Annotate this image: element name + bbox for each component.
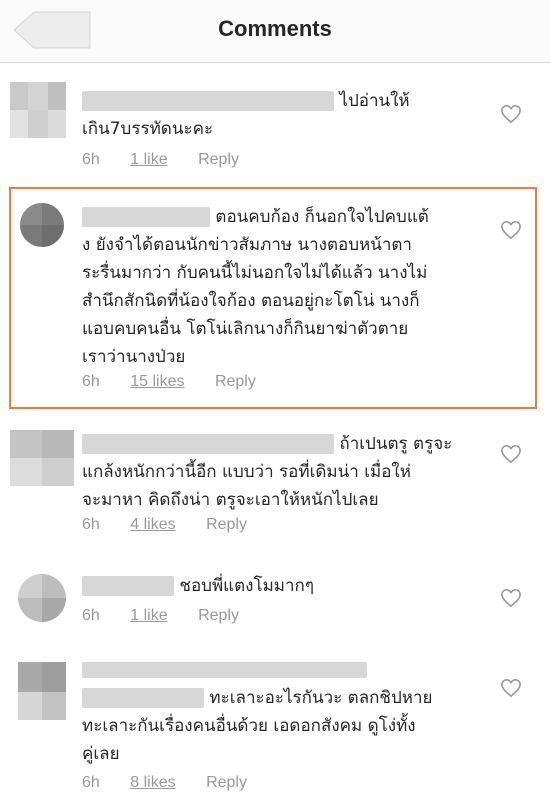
heart-icon[interactable] (500, 678, 522, 698)
header-bar: Comments (0, 0, 550, 63)
comment-item: ตอนคบก้อง ก็นอกใจไปคบแต้ ง ยังจำได้ตอนนั… (0, 187, 550, 409)
comment-text: ชอบพี่แตงโมมากๆ (82, 572, 502, 600)
comment-line: แกล้งหนักกว่านี้อีก แบบว่า รอที่เดิมน่า … (82, 462, 411, 482)
heart-icon[interactable] (500, 588, 522, 608)
avatar[interactable] (10, 430, 74, 486)
likes-link[interactable]: 1 like (130, 607, 167, 624)
avatar[interactable] (20, 203, 64, 247)
comment-line: แอบคบคนอื่น โตโน่เลิกนางก็กินยาฆ่าตัวตาย (82, 319, 409, 339)
heart-icon[interactable] (500, 444, 522, 464)
avatar[interactable] (18, 662, 66, 720)
comment-text: ทะเลาะอะไรกันวะ ตลกชิปหาย ทะเลาะกันเรื่อ… (82, 684, 512, 768)
avatar[interactable] (10, 82, 66, 138)
reply-button[interactable]: Reply (198, 151, 239, 168)
comment-line: ตอนคบก้อง ก็นอกใจไปคบแต้ (215, 207, 429, 227)
comment-line: ทะเลาะอะไรกันวะ ตลกชิปหาย (209, 688, 433, 708)
avatar[interactable] (18, 574, 66, 622)
comment-line: สำนึกสักนิดที่น้องใจก้อง ตอนอยู่กะโตโน่ … (82, 291, 420, 311)
username-redacted[interactable] (82, 576, 174, 596)
comment-meta: 6h 4 likes Reply (82, 516, 273, 534)
reply-button[interactable]: Reply (206, 516, 247, 533)
comment-line: เราว่านางป่วย (82, 347, 186, 367)
reply-button[interactable]: Reply (206, 774, 247, 791)
comment-time: 6h (82, 373, 100, 390)
username-redacted[interactable] (82, 688, 204, 708)
heart-icon[interactable] (500, 220, 522, 240)
comment-line: ถ้าเปนตรู ตรูจะ (339, 434, 453, 454)
username-redacted[interactable] (82, 662, 367, 678)
comment-line: ชอบพี่แตงโมมากๆ (179, 576, 314, 596)
comment-text: ถ้าเปนตรู ตรูจะ แกล้งหนักกว่านี้อีก แบบว… (82, 430, 502, 514)
comment-meta: 6h 1 like Reply (82, 151, 265, 169)
username-redacted[interactable] (82, 434, 334, 454)
comment-item: ถ้าเปนตรู ตรูจะ แกล้งหนักกว่านี้อีก แบบว… (0, 420, 550, 550)
comment-time: 6h (82, 151, 100, 168)
reply-button[interactable]: Reply (198, 607, 239, 624)
comment-time: 6h (82, 607, 100, 624)
username-redacted[interactable] (82, 91, 334, 111)
comment-line: ง ยังจำได้ตอนนักข่าวสัมภาษ นางตอบหน้าตา (82, 235, 412, 255)
comment-item: ไปอ่านให้ เกิน7บรรทัดนะคะ 6h 1 like Repl… (0, 62, 550, 180)
likes-link[interactable]: 1 like (130, 151, 167, 168)
comment-meta: 6h 1 like Reply (82, 607, 265, 625)
likes-link[interactable]: 4 likes (130, 516, 175, 533)
reply-button[interactable]: Reply (215, 373, 256, 390)
username-redacted[interactable] (82, 207, 210, 227)
comment-meta: 6h 15 likes Reply (82, 373, 282, 391)
heart-icon[interactable] (500, 104, 522, 124)
comment-text: ไปอ่านให้ เกิน7บรรทัดนะคะ (82, 87, 502, 143)
page-title: Comments (218, 16, 332, 41)
comment-time: 6h (82, 774, 100, 791)
comment-time: 6h (82, 516, 100, 533)
comment-line: เกิน7บรรทัดนะคะ (82, 119, 214, 139)
likes-link[interactable]: 15 likes (130, 373, 184, 390)
comment-line: จะมาหา คิดถึงน่า ตรูจะเอาให้หนักไปเลย (82, 490, 379, 510)
comment-line: ทะเลาะกันเรื่องคนอื่นด้วย เอดอกสังคม ดูโ… (82, 716, 416, 736)
comment-item: ทะเลาะอะไรกันวะ ตลกชิปหาย ทะเลาะกันเรื่อ… (0, 652, 550, 810)
comment-meta: 6h 8 likes Reply (82, 774, 273, 792)
likes-link[interactable]: 8 likes (130, 774, 175, 791)
comment-item: ชอบพี่แตงโมมากๆ 6h 1 like Reply (0, 560, 550, 650)
comment-line: ระรื่นมากว่า กับคนนี้ไม่นอกใจไม่ได้แล้ว … (82, 263, 428, 283)
comment-text: ตอนคบก้อง ก็นอกใจไปคบแต้ ง ยังจำได้ตอนนั… (82, 203, 527, 371)
comment-line: คู่เลย (82, 744, 120, 764)
comment-line: ไปอ่านให้ (339, 91, 410, 111)
